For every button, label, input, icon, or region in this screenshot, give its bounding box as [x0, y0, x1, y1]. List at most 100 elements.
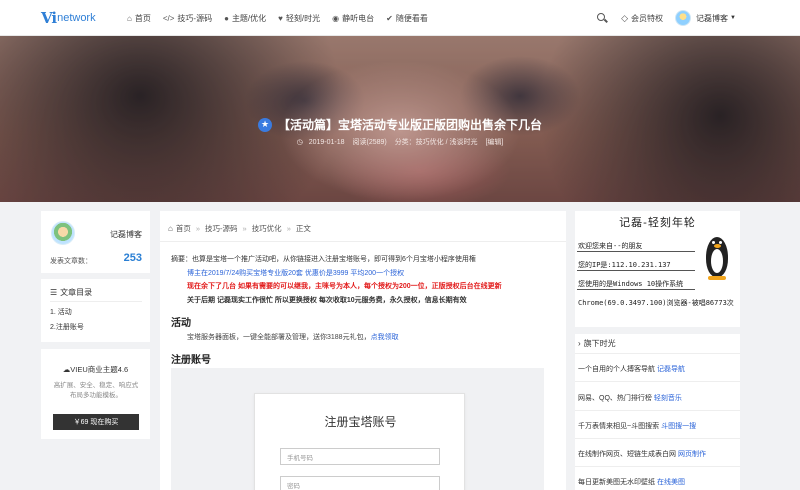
link-desc: 每日更新美图无水印壁纸: [578, 479, 655, 486]
link-anchor[interactable]: 轻刻音乐: [654, 395, 682, 402]
menu-item-moments[interactable]: ♥轻刻/时光: [278, 13, 320, 24]
sign-line: [577, 270, 695, 271]
menu-label: 主题/优化: [232, 13, 266, 24]
toc-header: ☰文章目录: [50, 287, 92, 298]
diamond-icon: ◇: [621, 13, 628, 24]
breadcrumb-cat[interactable]: 技巧-源码: [205, 223, 238, 234]
register-title: 注册宝塔账号: [255, 413, 466, 430]
menu-item-code[interactable]: </>技巧-源码: [163, 13, 212, 24]
chevron-down-icon: ▼: [730, 15, 736, 21]
avatar: [675, 10, 691, 26]
star-icon: ★: [258, 118, 272, 132]
edit-link[interactable]: [编辑]: [485, 139, 503, 146]
search-icon[interactable]: [597, 13, 607, 23]
claim-link[interactable]: 点我领取: [371, 334, 399, 341]
heart-icon: ♥: [278, 14, 283, 23]
ad-title-text: VIEU商业主题4.6: [70, 365, 128, 374]
post-category[interactable]: 分类：技巧优化 / 浅谈时光: [395, 139, 478, 146]
logo-mark: Vi: [41, 9, 56, 27]
divider: [575, 381, 740, 382]
menu-label: 技巧-源码: [177, 13, 212, 24]
menu-item-home[interactable]: ⌂首页: [127, 13, 151, 24]
link-desc: 千万表情来相见~斗图搜索: [578, 423, 659, 430]
vip-label: 会员特权: [631, 13, 663, 24]
toc-item[interactable]: 1. 活动: [50, 307, 72, 317]
site-links-card: ›旗下时光 一个自用的个人搏客导航记磊导航 网易、QQ、热门排行榜轻刻音乐 千万…: [575, 334, 740, 490]
summary-blue-line: 博主在2019/7/24购买宝塔专业版20套 优惠价是3999 平均200一个授…: [171, 267, 556, 281]
avatar[interactable]: [51, 221, 75, 245]
link-desc: 网易、QQ、热门排行榜: [578, 395, 652, 402]
hero-banner: ★ 【活动篇】宝塔活动专业版正版团购出售余下几台 ◷2019-01-18 阅读(…: [0, 36, 800, 202]
summary-text: 也算是宝塔一个推广活动吧，从你链接进入注册宝塔账号，即可得到6个月宝塔小程序使用…: [192, 256, 476, 263]
theme-ad-card: ☁VIEU商业主题4.6 高扩展、安全、稳定、响应式布局多功能模板。 ￥69 现…: [41, 349, 150, 439]
breadcrumb-sep: »: [243, 224, 247, 233]
toc-item[interactable]: 2.注册账号: [50, 322, 84, 332]
buy-button[interactable]: ￥69 现在购买: [53, 414, 139, 430]
article-card: ⌂ 首页 » 技巧-源码 » 技巧优化 » 正文 摘要：也算是宝塔一个推广活动吧…: [160, 211, 566, 490]
menu-item-theme[interactable]: ●主题/优化: [224, 13, 266, 24]
section-text-activity: 宝塔服务器面板，一键全能部署及管理，送你3188元礼包，点我领取: [187, 332, 399, 342]
home-icon: ⌂: [127, 14, 132, 23]
sign-line: [577, 251, 695, 252]
hero-title-row: ★ 【活动篇】宝塔活动专业版正版团购出售余下几台: [0, 116, 800, 133]
section-title-register: 注册账号: [171, 351, 211, 366]
post-meta: ◷2019-01-18 阅读(2589) 分类：技巧优化 / 浅谈时光 [编辑]: [0, 137, 800, 147]
user-name: 记磊博客: [696, 13, 728, 24]
links-header: ›旗下时光: [575, 334, 740, 354]
menu-label: 轻刻/时光: [286, 13, 320, 24]
ad-desc: 高扩展、安全、稳定、响应式布局多功能模板。: [53, 381, 139, 401]
main-menu: ⌂首页 </>技巧-源码 ●主题/优化 ♥轻刻/时光 ◉静听电台 ✔随便看看: [127, 0, 440, 36]
divider: [575, 438, 740, 439]
list-item[interactable]: 一个自用的个人搏客导航记磊导航: [578, 364, 738, 374]
post-reads: 阅读(2589): [353, 139, 387, 146]
page-title: 【活动篇】宝塔活动专业版正版团购出售余下几台: [278, 116, 542, 133]
sign-row: 您使用的是Windows 10操作系统: [578, 279, 683, 289]
clock-icon: ◷: [297, 139, 303, 146]
author-name[interactable]: 记磊博客: [110, 229, 142, 240]
toc-card: ☰文章目录 1. 活动 2.注册账号: [41, 279, 150, 342]
list-item[interactable]: 每日更新美图无水印壁纸在线美图: [578, 477, 738, 487]
posts-count: 253: [124, 252, 142, 264]
posts-label: 发表文章数：: [50, 256, 92, 266]
top-nav: Vi network ⌂首页 </>技巧-源码 ●主题/优化 ♥轻刻/时光 ◉静…: [0, 0, 800, 36]
toc-title: 文章目录: [60, 287, 92, 298]
divider: [50, 301, 142, 302]
breadcrumb-sep: »: [287, 224, 291, 233]
user-menu[interactable]: 记磊博客 ▼: [675, 10, 736, 26]
list-item[interactable]: 网易、QQ、热门排行榜轻刻音乐: [578, 393, 738, 403]
link-desc: 一个自用的个人搏客导航: [578, 366, 655, 373]
breadcrumb-current: 正文: [296, 223, 311, 234]
sign-row: Chrome(69.0.3497.100)浏览器-被唱86773次: [578, 298, 734, 308]
link-anchor[interactable]: 斗图搜一搜: [661, 423, 696, 430]
breadcrumb-sep: »: [196, 224, 200, 233]
logo-word: network: [57, 12, 96, 24]
list-item[interactable]: 千万表情来相见~斗图搜索斗图搜一搜: [578, 421, 738, 431]
link-anchor[interactable]: 在线美图: [657, 479, 685, 486]
password-field[interactable]: 密码: [280, 476, 440, 490]
divider: [575, 466, 740, 467]
link-anchor[interactable]: 记磊导航: [657, 366, 685, 373]
summary-red-line: 现在余下了几台 如果有需要的可以继我，主咪号为本人，每个授权为200一位，正版授…: [171, 280, 556, 294]
menu-item-random[interactable]: ✔随便看看: [386, 13, 428, 24]
sign-row: 欢迎您来自--的朋友: [578, 241, 642, 251]
check-icon: ✔: [386, 14, 393, 23]
chevron-right-icon: ›: [578, 339, 581, 348]
activity-text: 宝塔服务器面板，一键全能部署及管理，送你3188元礼包，: [187, 334, 371, 341]
link-desc: 在线制作网页、短链生成表白网: [578, 451, 676, 458]
ad-title: ☁VIEU商业主题4.6: [41, 364, 150, 375]
section-title-activity: 活动: [171, 314, 191, 329]
breadcrumb-sub[interactable]: 技巧优化: [252, 223, 282, 234]
breadcrumb-home[interactable]: 首页: [176, 223, 191, 234]
summary-label: 摘要：: [171, 256, 192, 263]
menu-item-radio[interactable]: ◉静听电台: [332, 13, 374, 24]
nav-right: ◇会员特权 记磊博客 ▼: [597, 0, 736, 36]
vip-link[interactable]: ◇会员特权: [621, 13, 663, 24]
breadcrumb: ⌂ 首页 » 技巧-源码 » 技巧优化 » 正文: [168, 223, 311, 234]
list-icon: ☰: [50, 288, 57, 297]
phone-field[interactable]: 手机号码: [280, 448, 440, 465]
link-anchor[interactable]: 网页制作: [678, 451, 706, 458]
list-item[interactable]: 在线制作网页、短链生成表白网网页制作: [578, 449, 738, 459]
site-logo[interactable]: Vi network: [41, 10, 96, 26]
sign-title: 记磊-轻刻年轮: [575, 214, 740, 230]
author-card: 记磊博客 发表文章数： 253: [41, 211, 150, 273]
